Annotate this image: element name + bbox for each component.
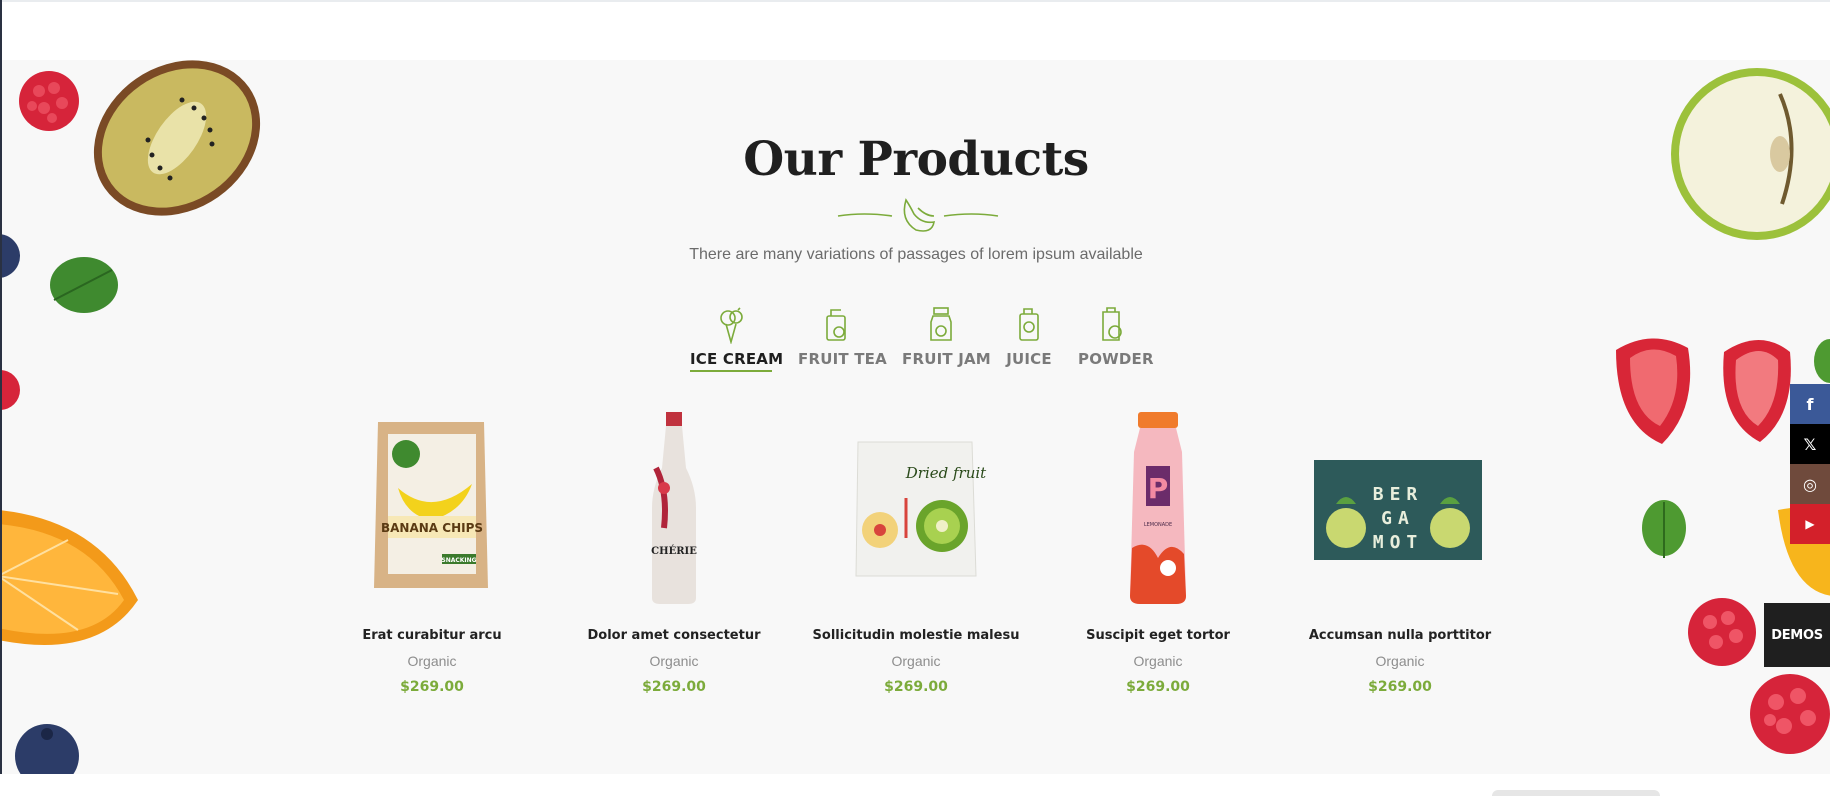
juice-icon xyxy=(1019,308,1039,341)
tab-fruit-jam[interactable]: FRUIT JAM xyxy=(902,306,991,368)
svg-text:GA: GA xyxy=(1381,508,1415,529)
svg-text:MOT: MOT xyxy=(1373,532,1424,553)
product-price: $269.00 xyxy=(1368,679,1432,695)
package-label: P xyxy=(1148,472,1169,505)
products-section: Our Products There are many variations o… xyxy=(2,60,1830,774)
small-leaf-decoration xyxy=(1642,500,1686,558)
product-category: Organic xyxy=(891,653,941,669)
orange-slice-decoration xyxy=(2,510,138,645)
x-button[interactable]: 𝕏 xyxy=(1790,424,1830,464)
tab-fruit-tea[interactable]: FRUIT TEA xyxy=(798,306,887,368)
product-price: $269.00 xyxy=(1126,679,1190,695)
blueberry-bottom-decoration xyxy=(15,724,79,774)
product-price: $269.00 xyxy=(642,679,706,695)
tab-powder[interactable]: POWDER xyxy=(1078,306,1154,368)
section-title: Our Products xyxy=(743,132,1089,187)
product-card[interactable]: CHÉRIE Dolor amet consectetur Organic $2… xyxy=(564,408,784,695)
product-card[interactable]: BER GA MOT Accumsan nulla porttitor Orga… xyxy=(1290,408,1510,695)
tab-label: FRUIT TEA xyxy=(798,350,887,368)
fruit-tea-icon xyxy=(826,309,846,341)
product-image-dried-fruit[interactable]: Dried fruit xyxy=(806,408,1026,608)
facebook-button[interactable]: f xyxy=(1790,384,1830,424)
product-category: Organic xyxy=(407,653,457,669)
powder-icon xyxy=(1102,307,1122,341)
raspberry-right-decoration xyxy=(1688,598,1756,666)
package-label: BANANA CHIPS xyxy=(381,521,483,535)
product-name[interactable]: Sollicitudin molestie malesu xyxy=(806,628,1026,643)
top-header-bar xyxy=(0,0,1830,60)
product-card[interactable]: Dried fruit Sollicitudin molestie malesu… xyxy=(806,408,1026,695)
section-subtitle: There are many variations of passages of… xyxy=(689,246,1143,263)
raspberry-decoration xyxy=(19,71,79,131)
tab-juice[interactable]: JUICE xyxy=(1006,306,1052,368)
facebook-icon: f xyxy=(1806,394,1814,414)
product-card[interactable]: P LEMONADE Suscipit eget tortor Organic … xyxy=(1048,408,1268,695)
x-icon: 𝕏 xyxy=(1803,434,1817,454)
product-image-lemonade-bottle[interactable]: P LEMONADE xyxy=(1048,408,1268,608)
demos-button[interactable]: DEMOS xyxy=(1764,603,1830,667)
product-category-tabs: ICE CREAM FRUIT TEA FRUIT JAM JUICE POWD… xyxy=(2,306,1830,396)
product-category: Organic xyxy=(1133,653,1183,669)
bottom-tab-hint xyxy=(1492,790,1660,796)
raspberry-bottom-right-decoration xyxy=(1750,674,1830,754)
ice-cream-icon xyxy=(720,307,743,344)
tab-label: ICE CREAM xyxy=(690,350,783,372)
package-sublabel: LEMONADE xyxy=(1144,522,1172,528)
product-name[interactable]: Erat curabitur arcu xyxy=(322,628,542,643)
instagram-button[interactable]: ◎ xyxy=(1790,464,1830,504)
package-label: Dried fruit xyxy=(905,464,987,482)
tab-ice-cream[interactable]: ICE CREAM xyxy=(690,306,783,372)
product-price: $269.00 xyxy=(884,679,948,695)
instagram-icon: ◎ xyxy=(1803,474,1817,494)
package-sublabel: SNACKING xyxy=(441,557,476,564)
tab-label: FRUIT JAM xyxy=(902,350,991,368)
product-category: Organic xyxy=(1375,653,1425,669)
svg-text:BER: BER xyxy=(1373,484,1424,505)
fruit-jam-icon xyxy=(930,307,952,341)
package-label: CHÉRIE xyxy=(651,545,697,557)
product-card[interactable]: BANANA CHIPS SNACKING Erat curabitur arc… xyxy=(322,408,542,695)
product-name[interactable]: Accumsan nulla porttitor xyxy=(1290,628,1510,643)
product-image-bergamot-box[interactable]: BER GA MOT xyxy=(1290,408,1510,608)
product-image-cherie-bottle[interactable]: CHÉRIE xyxy=(564,408,784,608)
product-name[interactable]: Dolor amet consectetur xyxy=(564,628,784,643)
product-category: Organic xyxy=(649,653,699,669)
tab-label: JUICE xyxy=(1006,350,1052,368)
product-image-banana-chips[interactable]: BANANA CHIPS SNACKING xyxy=(322,408,542,608)
product-name[interactable]: Suscipit eget tortor xyxy=(1048,628,1268,643)
youtube-button[interactable]: ▶ xyxy=(1790,504,1830,544)
youtube-icon: ▶ xyxy=(1805,517,1815,531)
banana-divider-icon xyxy=(837,198,999,232)
tab-label: POWDER xyxy=(1078,350,1154,368)
product-price: $269.00 xyxy=(400,679,464,695)
